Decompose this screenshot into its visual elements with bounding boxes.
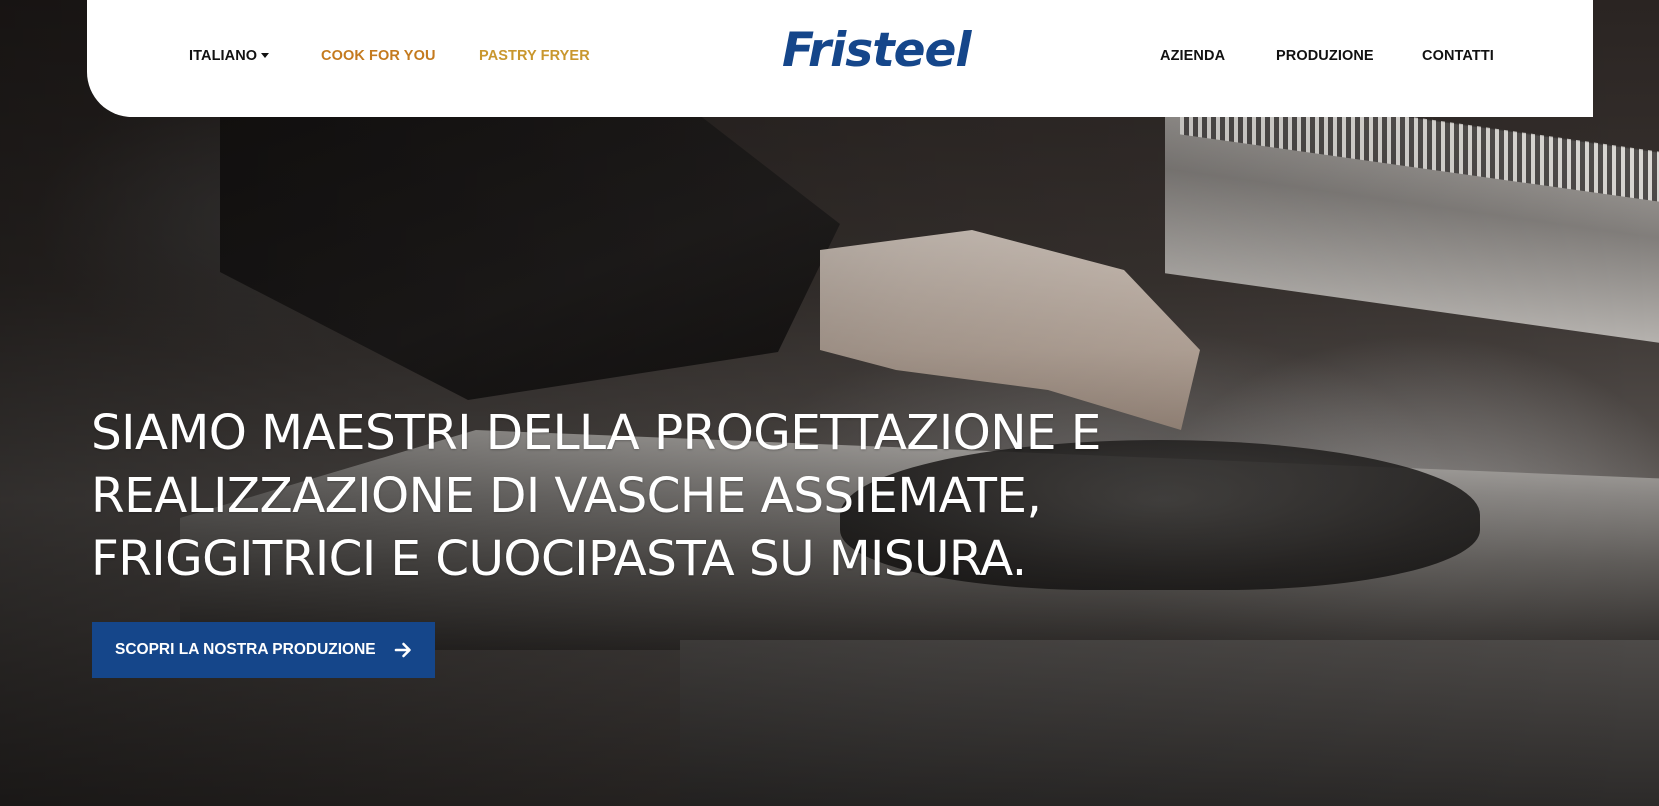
- hero-headline: SIAMO MAESTRI DELLA PROGETTAZIONE E REAL…: [91, 402, 1211, 591]
- nav-link-pastry-fryer[interactable]: PASTRY FRYER: [479, 48, 590, 64]
- cta-button-produzione[interactable]: SCOPRI LA NOSTRA PRODUZIONE: [92, 622, 435, 678]
- headline-line: REALIZZAZIONE DI VASCHE ASSIEMATE,: [91, 468, 1042, 524]
- arrow-right-icon: [394, 642, 411, 658]
- nav-link-azienda[interactable]: AZIENDA: [1160, 48, 1225, 64]
- nav-link-produzione[interactable]: PRODUZIONE: [1276, 48, 1374, 64]
- nav-link-cook-for-you[interactable]: COOK FOR YOU: [321, 48, 436, 64]
- nav-link-contatti[interactable]: CONTATTI: [1422, 48, 1494, 64]
- language-selector[interactable]: ITALIANO: [189, 48, 270, 64]
- header-navbar: ITALIANO COOK FOR YOU PASTRY FRYER Frist…: [87, 0, 1593, 117]
- language-label: ITALIANO: [189, 48, 258, 64]
- headline-line: SIAMO MAESTRI DELLA PROGETTAZIONE E: [91, 405, 1101, 461]
- brand-logo[interactable]: Fristeel: [782, 27, 972, 74]
- hero-section: ITALIANO COOK FOR YOU PASTRY FRYER Frist…: [0, 0, 1659, 806]
- caret-down-icon: [261, 52, 270, 58]
- cta-button-label: SCOPRI LA NOSTRA PRODUZIONE: [115, 641, 376, 658]
- headline-line: FRIGGITRICI E CUOCIPASTA SU MISURA.: [91, 531, 1027, 587]
